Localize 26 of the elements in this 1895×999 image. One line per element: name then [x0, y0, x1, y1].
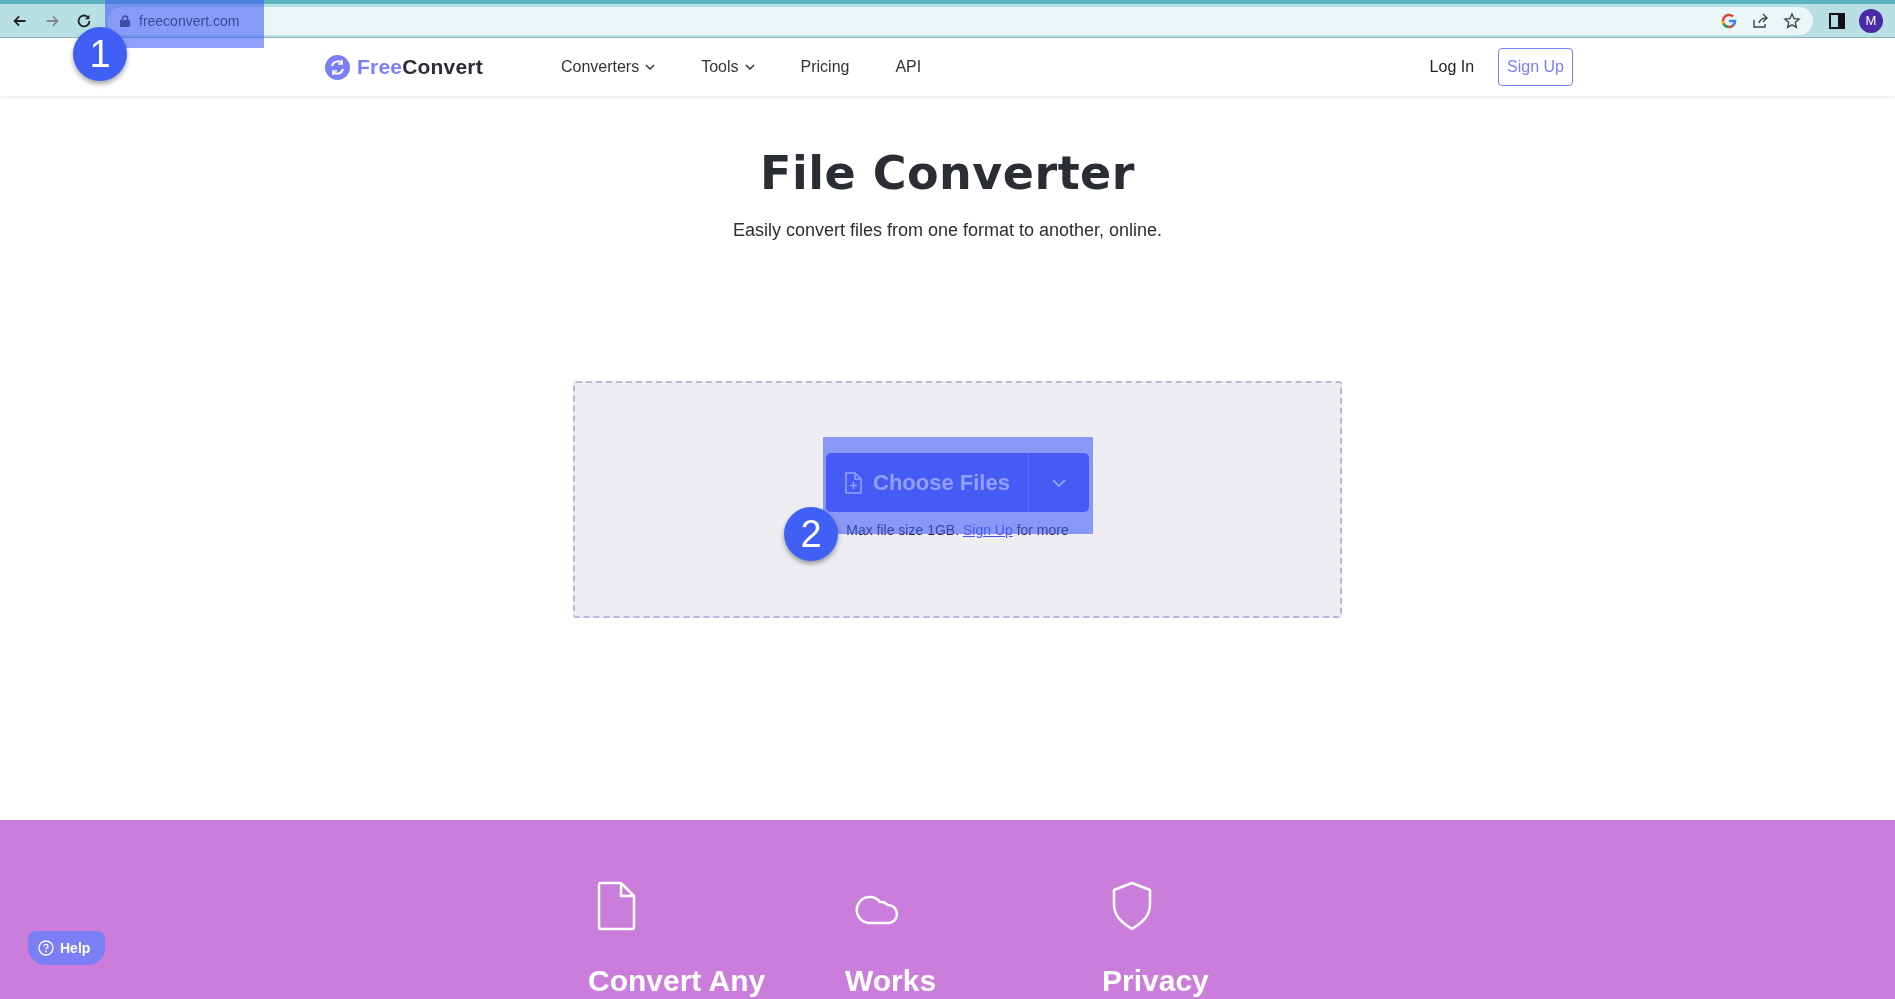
nav-menu-item[interactable]: Converters: [560, 58, 656, 76]
chevron-down-icon: [1051, 478, 1066, 487]
page-subtitle: Easily convert files from one format to another, online.: [732, 220, 1163, 241]
sign-up-button[interactable]: Sign Up: [1498, 48, 1573, 86]
profile-avatar[interactable]: M: [1859, 8, 1883, 33]
share-icon[interactable]: [1751, 11, 1769, 30]
help-icon: [38, 940, 54, 956]
star-icon[interactable]: [1783, 11, 1801, 30]
file-plus-icon: [844, 471, 863, 494]
google-icon[interactable]: [1721, 12, 1737, 29]
log-in-link[interactable]: Log In: [1429, 58, 1475, 76]
url-text: freeconvert.com: [139, 12, 240, 29]
nav-menu-item[interactable]: Tools: [701, 58, 755, 76]
logo-icon[interactable]: [325, 54, 350, 80]
feature-title: Works: [845, 964, 937, 998]
feature-title: Convert Any: [588, 964, 766, 998]
logo-text[interactable]: FreeConvert: [357, 55, 483, 79]
feature-title: Privacy: [1102, 964, 1209, 998]
side-panel-icon[interactable]: [1829, 12, 1845, 29]
lock-icon: [120, 14, 130, 27]
shield-icon: [1111, 881, 1153, 931]
nav-menu-item[interactable]: API: [895, 58, 922, 76]
file-icon: [597, 881, 637, 931]
page-title: File Converter: [760, 146, 1135, 200]
file-size-note: Max file size 1GB. Sign Up for more: [846, 522, 1069, 538]
nav-menu-item[interactable]: Pricing: [800, 58, 850, 76]
